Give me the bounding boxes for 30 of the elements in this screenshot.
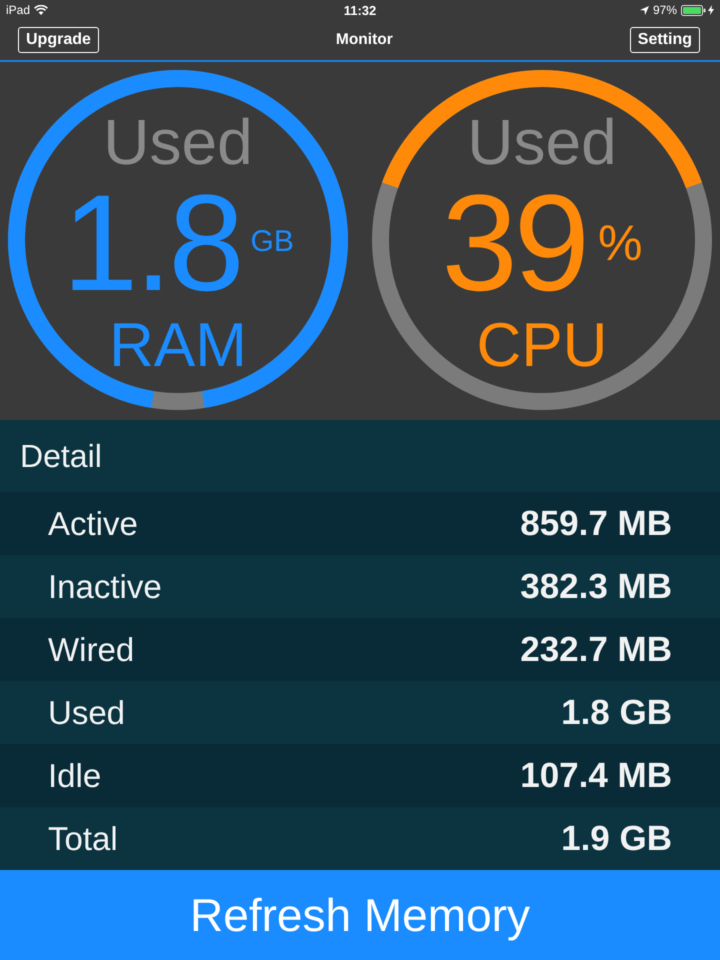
gauge-caption: Used (467, 110, 617, 174)
row-label: Used (48, 694, 126, 732)
gauge-unit: % (598, 218, 642, 268)
row-label: Wired (48, 630, 134, 668)
row-value: 232.7 MB (520, 630, 672, 670)
gauge-unit: GB (250, 227, 294, 257)
status-time: 11:32 (344, 2, 376, 18)
row-label: Active (48, 504, 138, 542)
charging-bolt-icon (708, 5, 714, 15)
row-label: Idle (48, 756, 102, 794)
row-value: 1.8 GB (561, 692, 672, 732)
row-value: 382.3 MB (520, 566, 672, 606)
setting-button[interactable]: Setting (630, 27, 700, 53)
nav-title: Monitor (336, 31, 393, 49)
row-value: 107.4 MB (520, 756, 672, 796)
location-arrow-icon (640, 6, 649, 14)
battery-percent: 97% (652, 3, 677, 17)
row-label: Total (48, 820, 118, 858)
device-name: iPad (6, 3, 30, 17)
wifi-icon (34, 5, 48, 15)
gauge-caption: Used (103, 110, 253, 174)
gauge-value: 1.8 (62, 175, 241, 312)
gauge-label: RAM (109, 315, 247, 377)
row-value: 1.9 GB (561, 818, 672, 858)
battery-icon (681, 4, 706, 16)
row-value: 859.7 MB (520, 504, 672, 544)
gauge-label: CPU (476, 315, 608, 377)
gauge-value: 39 (442, 175, 586, 312)
upgrade-button[interactable]: Upgrade (18, 27, 99, 53)
row-label: Inactive (48, 568, 162, 606)
